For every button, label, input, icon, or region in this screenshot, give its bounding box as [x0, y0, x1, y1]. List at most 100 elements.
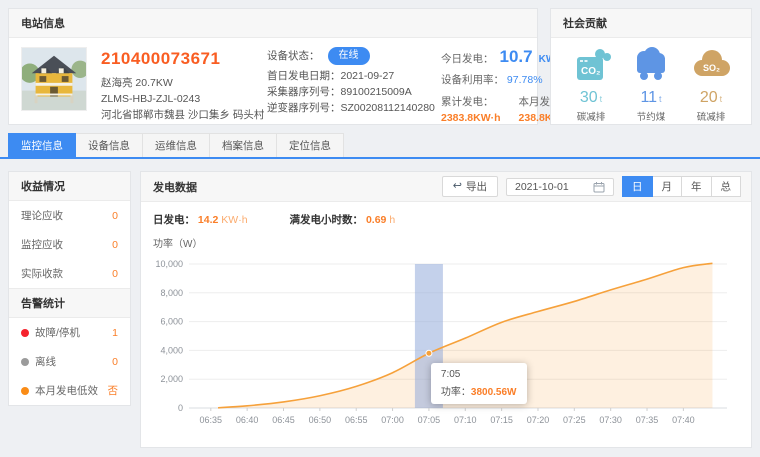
station-code: ZLMS-HBJ-ZJL-0243: [101, 91, 253, 107]
calendar-icon: [593, 181, 605, 193]
svg-text:07:35: 07:35: [636, 415, 659, 425]
svg-text:07:20: 07:20: [527, 415, 550, 425]
sidebar-panel: 收益情况 理论应收 0 监控应收 0 实际收款 0 告警统计 故障/停机 1 离…: [8, 171, 131, 406]
tooltip-time: 7:05: [441, 369, 517, 380]
co2-value: 30: [580, 89, 598, 106]
day-gen-label: 日发电：: [153, 214, 195, 226]
income-row-theoretical: 理论应收 0: [9, 201, 130, 230]
income-monitored-label: 监控应收: [21, 237, 63, 252]
device-info: 设备状态： 在线 首日发电日期：2021-09-27 采集器序列号：891002…: [267, 47, 427, 124]
svg-text:06:40: 06:40: [236, 415, 259, 425]
co2-unit: t: [600, 94, 603, 104]
utilization-value: 97.78%: [507, 74, 543, 86]
alarm-fault-label: 故障/停机: [35, 325, 80, 340]
svg-text:07:15: 07:15: [490, 415, 513, 425]
so2-unit: t: [720, 94, 723, 104]
alarm-section-title: 告警统计: [9, 288, 130, 318]
full-hours-label: 满发电小时数：: [290, 214, 364, 226]
svg-text:07:10: 07:10: [454, 415, 477, 425]
range-day-button[interactable]: 日: [622, 176, 653, 197]
offline-dot-icon: [21, 358, 29, 366]
income-section-title: 收益情况: [9, 172, 130, 201]
coal-saving-icon: [629, 46, 673, 82]
svg-text:4,000: 4,000: [160, 345, 183, 355]
svg-text:07:05: 07:05: [418, 415, 441, 425]
tooltip-value: 3800.56W: [471, 387, 517, 398]
full-hours-unit: h: [389, 214, 395, 226]
coal-label: 节约煤: [625, 109, 677, 123]
first-gen-label: 首日发电日期：: [267, 70, 341, 82]
station-info-panel: 电站信息 210400: [8, 8, 538, 125]
inverter-sn: SZ00208112140280: [341, 102, 435, 114]
income-actual-value: 0: [112, 268, 118, 280]
date-picker-input[interactable]: 2021-10-01: [506, 178, 614, 196]
alarm-offline-value: 0: [112, 356, 118, 368]
chart-tooltip: 7:05 功率：3800.56W: [431, 363, 527, 404]
inverter-sn-label: 逆变器序列号：: [267, 102, 341, 114]
svg-text:07:40: 07:40: [672, 415, 695, 425]
income-actual-label: 实际收款: [21, 266, 63, 281]
alarm-row-low-efficiency: 本月发电低效 否: [9, 376, 130, 405]
income-theoretical-value: 0: [112, 210, 118, 222]
income-theoretical-label: 理论应收: [21, 208, 63, 223]
range-total-button[interactable]: 总: [712, 176, 742, 197]
svg-text:CO₂: CO₂: [581, 66, 600, 77]
online-status-badge: 在线: [328, 47, 370, 65]
svg-text:SO₂: SO₂: [703, 63, 720, 73]
today-gen-value: 10.7: [500, 47, 533, 67]
tooltip-series-label: 功率：: [441, 387, 471, 398]
income-row-actual: 实际收款 0: [9, 259, 130, 288]
tab-device-info[interactable]: 设备信息: [76, 133, 143, 157]
svg-text:0: 0: [178, 403, 183, 413]
power-area-chart-svg: 02,0004,0006,0008,00010,00006:3506:4006:…: [151, 252, 739, 432]
collector-sn: 89100215009A: [341, 86, 412, 98]
range-segmented-control: 日 月 年 总: [622, 176, 741, 197]
alarm-low-eff-value: 否: [108, 383, 119, 398]
svg-text:2,000: 2,000: [160, 374, 183, 384]
social-item-coal: 11t 节约煤: [625, 46, 677, 123]
station-body: 210400073671 赵海亮 20.7KW ZLMS-HBJ-ZJL-024…: [9, 38, 537, 133]
svg-text:06:55: 06:55: [345, 415, 368, 425]
top-row: 电站信息 210400: [0, 0, 760, 125]
y-axis-title: 功率（W）: [153, 235, 741, 250]
coal-unit: t: [659, 94, 662, 104]
power-chart[interactable]: 02,0004,0006,0008,00010,00006:3506:4006:…: [151, 252, 739, 432]
collector-sn-label: 采集器序列号：: [267, 86, 341, 98]
svg-text:06:50: 06:50: [309, 415, 332, 425]
tab-monitor-info[interactable]: 监控信息: [8, 133, 76, 157]
day-gen-value: 14.2: [198, 214, 218, 226]
date-picker-value: 2021-10-01: [515, 181, 569, 193]
svg-text:8,000: 8,000: [160, 288, 183, 298]
station-id: 210400073671: [101, 49, 253, 69]
today-gen-label: 今日发电：: [441, 51, 494, 66]
station-panel-title: 电站信息: [9, 9, 537, 38]
svg-text:07:00: 07:00: [381, 415, 404, 425]
social-item-co2: CO₂ 30t 碳减排: [565, 46, 617, 123]
tab-ops-info[interactable]: 运维信息: [143, 133, 210, 157]
stat-total-gen-label: 累计发电：: [441, 94, 501, 109]
svg-text:06:45: 06:45: [272, 415, 295, 425]
alarm-row-offline: 离线 0: [9, 347, 130, 376]
stat-total-gen: 累计发电： 2383.8KW·h: [441, 94, 501, 124]
alarm-fault-value: 1: [112, 327, 118, 339]
co2-reduction-icon: CO₂: [569, 46, 613, 82]
svg-text:07:30: 07:30: [599, 415, 622, 425]
income-row-monitored: 监控应收 0: [9, 230, 130, 259]
station-photo: [21, 47, 87, 111]
low-efficiency-dot-icon: [21, 387, 29, 395]
alarm-row-fault: 故障/停机 1: [9, 318, 130, 347]
svg-text:10,000: 10,000: [155, 259, 183, 269]
tab-location-info[interactable]: 定位信息: [277, 133, 344, 157]
range-month-button[interactable]: 月: [653, 176, 683, 197]
svg-text:06:35: 06:35: [200, 415, 223, 425]
social-panel-title: 社会贡献: [551, 9, 751, 38]
range-year-button[interactable]: 年: [682, 176, 712, 197]
day-gen-unit: KW·h: [221, 214, 247, 226]
coal-value: 11: [640, 89, 657, 106]
stat-total-gen-value: 2383.8KW·h: [441, 112, 501, 124]
station-owner: 赵海亮 20.7KW: [101, 75, 253, 91]
export-button[interactable]: ↩ 导出: [442, 176, 498, 197]
social-contribution-panel: 社会贡献 CO₂ 30t 碳减排 11t 节约煤: [550, 8, 752, 125]
tab-archive-info[interactable]: 档案信息: [210, 133, 277, 157]
first-gen-date: 2021-09-27: [341, 70, 395, 82]
